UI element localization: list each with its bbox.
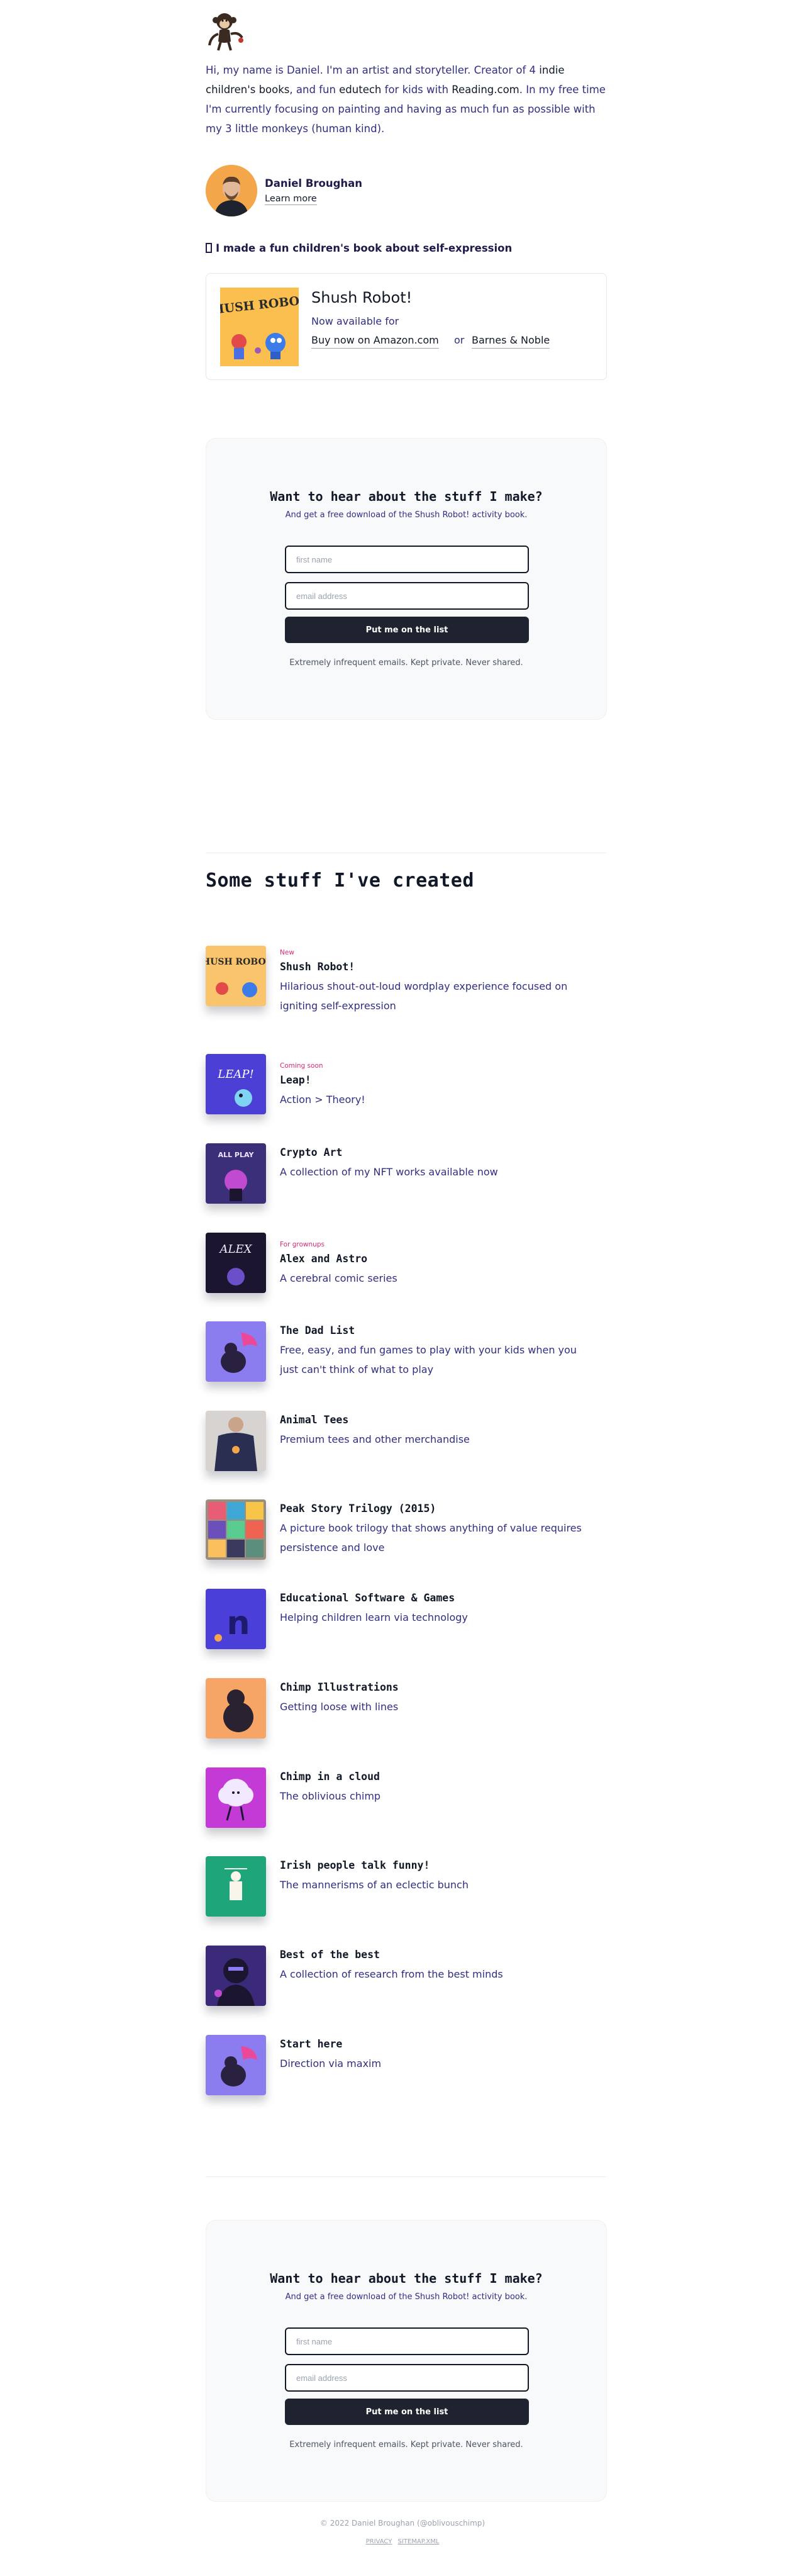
first-name-field[interactable] bbox=[285, 2327, 529, 2355]
thumb-text: n bbox=[226, 1604, 250, 1642]
newsletter-subtitle: And get a free download of the Shush Rob… bbox=[285, 510, 528, 520]
item-description: A collection of research from the best m… bbox=[280, 1968, 503, 1980]
thumb-text: LEAP! bbox=[217, 1068, 253, 1081]
intro-paragraph: Hi, my name is Daniel. I'm an artist and… bbox=[206, 60, 608, 138]
newsletter-signup: Want to hear about the stuff I make? And… bbox=[206, 2220, 607, 2502]
item-description: Getting loose with lines bbox=[280, 1701, 399, 1713]
item-thumbnail[interactable] bbox=[206, 1321, 266, 1382]
item-title: Start here bbox=[280, 2038, 343, 2050]
item-title: Best of the best bbox=[280, 1949, 380, 1961]
book-availability: Now available for bbox=[311, 315, 399, 327]
page: Hi, my name is Daniel. I'm an artist and… bbox=[0, 0, 805, 2576]
section-title: Some stuff I've created bbox=[206, 870, 474, 892]
intro-text: Hi, my name is Daniel. I'm an artist and… bbox=[206, 64, 540, 76]
edutech-link[interactable]: edutech bbox=[339, 84, 381, 96]
item-thumbnail[interactable]: ALEX bbox=[206, 1233, 266, 1293]
item-title: Chimp in a cloud bbox=[280, 1771, 380, 1783]
item-thumbnail[interactable]: ALL PLAY bbox=[206, 1143, 266, 1204]
footer-links: PRIVACY SITEMAP.XML bbox=[0, 2538, 805, 2545]
learn-more-link[interactable]: Learn more bbox=[265, 194, 317, 205]
sitemap-link[interactable]: SITEMAP.XML bbox=[398, 2538, 440, 2545]
item-title: Shush Robot! bbox=[280, 961, 355, 973]
item-thumbnail[interactable] bbox=[206, 1678, 266, 1739]
item-thumbnail[interactable] bbox=[206, 1946, 266, 2006]
email-field[interactable] bbox=[285, 2364, 529, 2392]
item-badge: New bbox=[280, 949, 294, 956]
book-card: SHUSH ROBOT! Shush Robot! Now available … bbox=[206, 273, 607, 380]
item-title: The Dad List bbox=[280, 1324, 355, 1336]
item-thumbnail[interactable] bbox=[206, 2035, 266, 2095]
buy-amazon-link[interactable]: Buy now on Amazon.com bbox=[311, 334, 439, 349]
item-title: Peak Story Trilogy (2015) bbox=[280, 1503, 436, 1515]
item-description: A collection of my NFT works available n… bbox=[280, 1166, 498, 1178]
item-badge: Coming soon bbox=[280, 1062, 323, 1070]
item-description: Premium tees and other merchandise bbox=[280, 1433, 470, 1445]
item-description: Direction via maxim bbox=[280, 2058, 382, 2069]
newsletter-title: Want to hear about the stuff I make? bbox=[270, 489, 543, 504]
newsletter-title: Want to hear about the stuff I make? bbox=[270, 2271, 543, 2286]
subscribe-button[interactable]: Put me on the list bbox=[285, 617, 529, 643]
item-title: Irish people talk funny! bbox=[280, 1859, 430, 1871]
item-thumbnail[interactable] bbox=[206, 1856, 266, 1917]
book-cover-image[interactable]: SHUSH ROBOT! bbox=[220, 288, 299, 366]
item-thumbnail[interactable]: n bbox=[206, 1589, 266, 1649]
item-description: Hilarious shout-out-loud wordplay experi… bbox=[280, 980, 568, 1012]
item-thumbnail[interactable]: SHUSH ROBOT! bbox=[206, 946, 266, 1006]
item-title: Educational Software & Games bbox=[280, 1592, 455, 1604]
item-title: Animal Tees bbox=[280, 1414, 349, 1426]
item-description: A picture book trilogy that shows anythi… bbox=[280, 1522, 582, 1554]
book-heading: I made a fun children's book about self-… bbox=[206, 242, 608, 254]
item-thumbnail[interactable] bbox=[206, 1767, 266, 1828]
book-icon bbox=[206, 243, 212, 253]
footer-copyright: © 2022 Daniel Broughan (@oblivouschimp) bbox=[319, 2519, 486, 2528]
item-title: Crypto Art bbox=[280, 1146, 343, 1158]
thumb-text: ALL PLAY bbox=[218, 1151, 255, 1159]
item-description: The mannerisms of an eclectic bunch bbox=[280, 1879, 469, 1891]
first-name-field[interactable] bbox=[285, 546, 529, 573]
intro-text: for kids with bbox=[381, 84, 452, 96]
item-badge: For grownups bbox=[280, 1241, 325, 1248]
section-divider bbox=[206, 2176, 607, 2177]
item-thumbnail[interactable] bbox=[206, 1411, 266, 1471]
monkey-logo-icon[interactable] bbox=[206, 9, 246, 53]
item-title: Chimp Illustrations bbox=[280, 1681, 399, 1693]
avatar bbox=[206, 165, 257, 216]
item-description: Action > Theory! bbox=[280, 1094, 365, 1106]
item-thumbnail[interactable]: LEAP! bbox=[206, 1054, 266, 1114]
newsletter-subtitle: And get a free download of the Shush Rob… bbox=[285, 2292, 528, 2302]
or-text: or bbox=[454, 334, 465, 346]
book-title: Shush Robot! bbox=[311, 289, 413, 306]
author-name: Daniel Broughan bbox=[265, 177, 363, 189]
book-heading-text: I made a fun children's book about self-… bbox=[216, 242, 513, 254]
item-thumbnail[interactable] bbox=[206, 1499, 266, 1560]
intro-text: , and fun bbox=[289, 84, 340, 96]
item-description: The oblivious chimp bbox=[280, 1790, 381, 1802]
newsletter-note: Extremely infrequent emails. Kept privat… bbox=[289, 2440, 523, 2450]
item-description: A cerebral comic series bbox=[280, 1272, 397, 1284]
privacy-link[interactable]: PRIVACY bbox=[366, 2538, 392, 2545]
item-description: Helping children learn via technology bbox=[280, 1611, 468, 1623]
email-field[interactable] bbox=[285, 582, 529, 610]
item-title: Alex and Astro bbox=[280, 1253, 368, 1265]
item-description: Free, easy, and fun games to play with y… bbox=[280, 1344, 577, 1375]
newsletter-signup: Want to hear about the stuff I make? And… bbox=[206, 438, 607, 720]
thumb-text: ALEX bbox=[219, 1243, 253, 1256]
newsletter-note: Extremely infrequent emails. Kept privat… bbox=[289, 658, 523, 668]
thumb-text: SHUSH ROBOT! bbox=[206, 957, 266, 967]
reading-com-link[interactable]: Reading.com bbox=[452, 84, 519, 96]
subscribe-button[interactable]: Put me on the list bbox=[285, 2399, 529, 2425]
item-title: Leap! bbox=[280, 1074, 311, 1086]
buy-barnes-noble-link[interactable]: Barnes & Noble bbox=[472, 334, 550, 349]
